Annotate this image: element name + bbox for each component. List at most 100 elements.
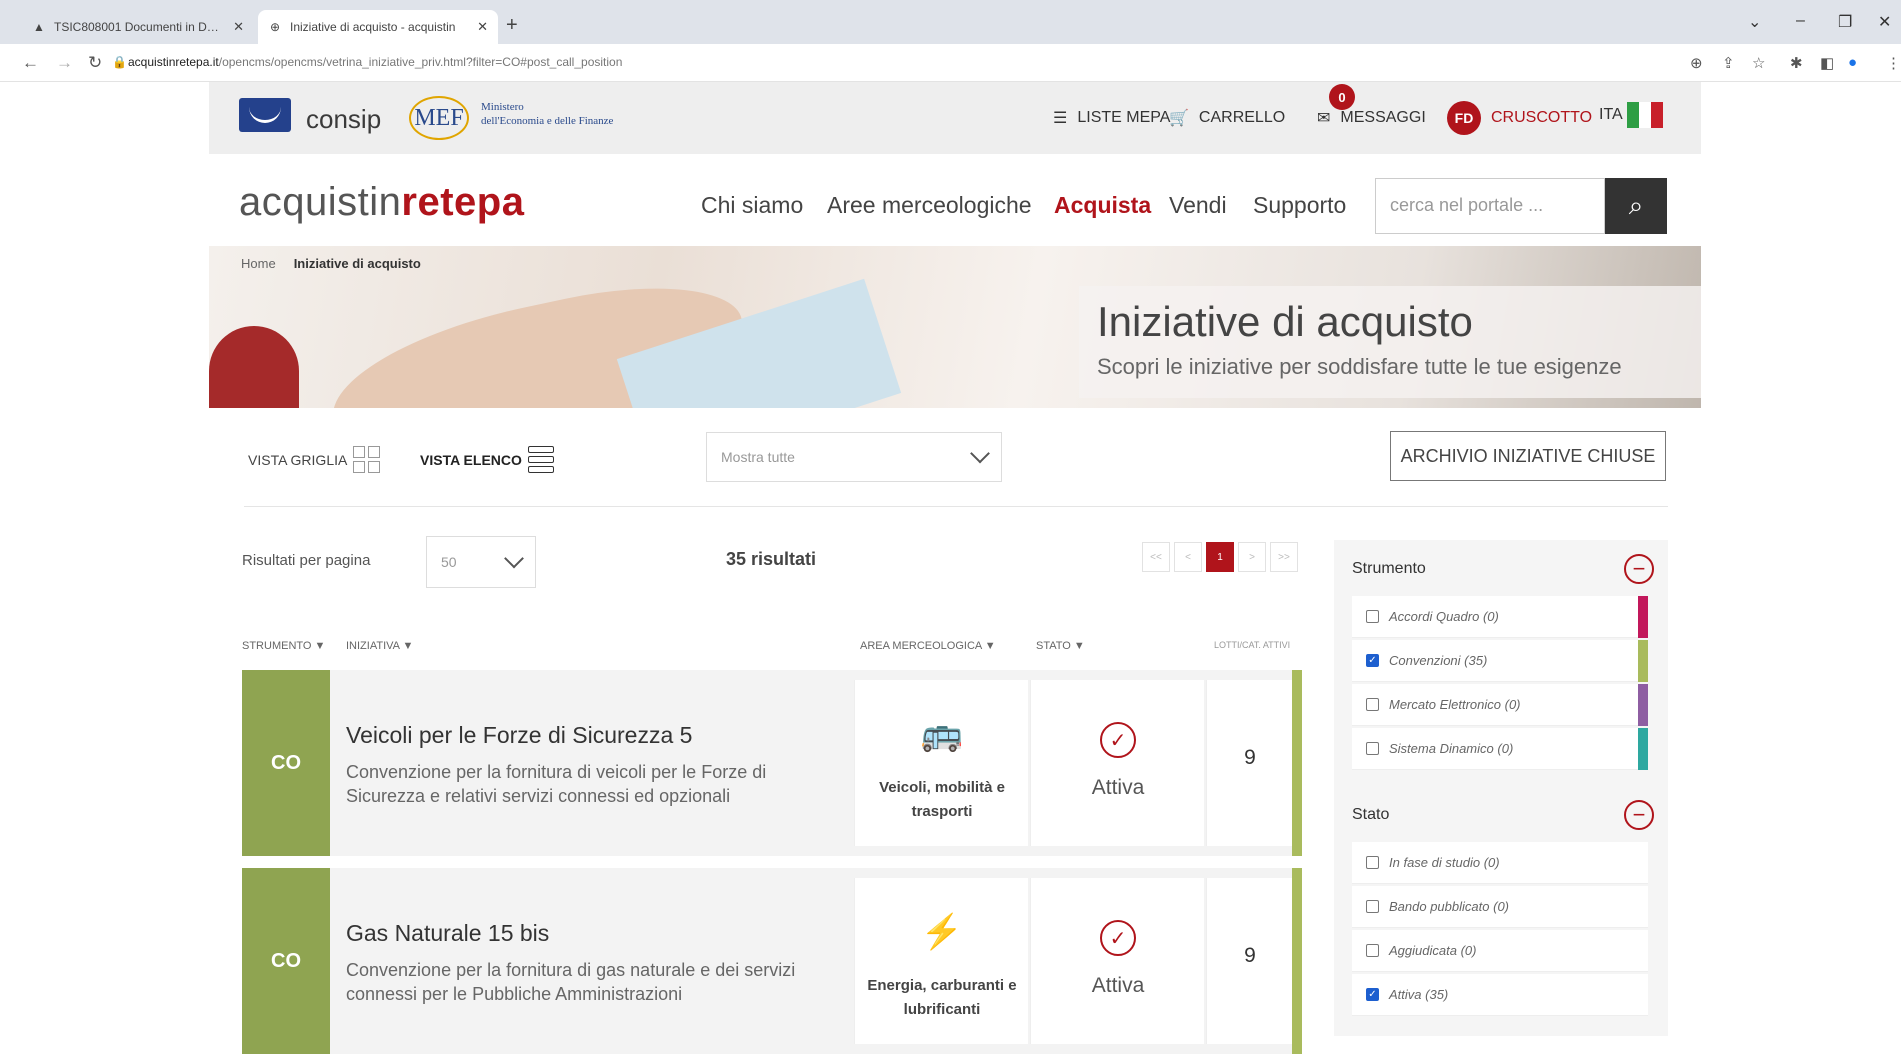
tab-search-chevron-icon[interactable]: ⌄ xyxy=(1748,12,1761,32)
results-per-page-select[interactable]: 50 xyxy=(426,536,536,588)
filter-option[interactable]: Bando pubblicato (0) xyxy=(1352,886,1648,928)
column-header-strumento[interactable]: STRUMENTO ▼ xyxy=(242,640,325,652)
envelope-icon: ✉ xyxy=(1317,110,1331,127)
nav-acquista[interactable]: Acquista xyxy=(1054,192,1151,219)
mef-label: Ministero dell'Economia e delle Finanze xyxy=(481,100,613,128)
pager-first[interactable]: << xyxy=(1142,542,1170,572)
extensions-icon[interactable]: ✱ xyxy=(1790,54,1803,72)
stato-cell: ✓ Attiva xyxy=(1030,680,1204,846)
pager-last[interactable]: >> xyxy=(1270,542,1298,572)
nav-aree-merceologiche[interactable]: Aree merceologiche xyxy=(827,192,1032,219)
top-band: consip MEF Ministero dell'Economia e del… xyxy=(209,82,1701,154)
checkbox[interactable] xyxy=(1366,900,1379,913)
collapse-minus-icon[interactable]: − xyxy=(1624,554,1654,584)
pager-next[interactable]: > xyxy=(1238,542,1266,572)
language-label: ITA xyxy=(1599,106,1623,123)
results-per-page-value: 50 xyxy=(441,554,457,570)
close-icon[interactable]: ✕ xyxy=(477,19,488,35)
liste-mepa-link[interactable]: ☰ LISTE MEPA xyxy=(1053,108,1170,128)
messaggi-link[interactable]: ✉ MESSAGGI xyxy=(1317,108,1426,128)
lock-icon: 🔒 xyxy=(112,55,127,69)
table-row[interactable]: CO Veicoli per le Forze di Sicurezza 5 C… xyxy=(242,670,1302,856)
filter-label: Bando pubblicato xyxy=(1389,899,1490,914)
nav-supporto[interactable]: Supporto xyxy=(1253,192,1346,219)
profile-icon[interactable]: ● xyxy=(1848,54,1857,71)
iniziativa-title[interactable]: Gas Naturale 15 bis xyxy=(346,920,549,947)
vista-elenco-toggle[interactable]: VISTA ELENCO xyxy=(420,446,554,473)
new-tab-button[interactable]: + xyxy=(506,14,518,37)
filter-option[interactable]: Accordi Quadro (0) xyxy=(1352,596,1648,638)
checkbox[interactable] xyxy=(1366,856,1379,869)
browser-tab-documents[interactable]: ▲ TSIC808001 Documenti in DA 2024 ✕ xyxy=(22,10,254,44)
nav-chi-siamo[interactable]: Chi siamo xyxy=(701,192,803,219)
filter-option[interactable]: Mercato Elettronico (0) xyxy=(1352,684,1648,726)
consip-wordmark: consip xyxy=(306,104,382,134)
results-per-page-label: Risultati per pagina xyxy=(242,552,371,569)
pager-prev[interactable]: < xyxy=(1174,542,1202,572)
checkbox[interactable] xyxy=(1366,944,1379,957)
filter-count: (0) xyxy=(1497,741,1514,756)
cruscotto-label: CRUSCOTTO xyxy=(1491,109,1593,126)
checkbox[interactable] xyxy=(1366,610,1379,623)
column-header-iniziativa[interactable]: INIZIATIVA ▼ xyxy=(346,640,413,652)
table-row[interactable]: CO Gas Naturale 15 bis Convenzione per l… xyxy=(242,868,1302,1054)
star-icon[interactable]: ☆ xyxy=(1752,54,1765,72)
language-selector[interactable]: ITA xyxy=(1599,102,1663,128)
vista-griglia-toggle[interactable]: VISTA GRIGLIA xyxy=(248,446,381,473)
color-stripe xyxy=(1638,640,1648,682)
close-icon[interactable]: ✕ xyxy=(233,19,244,35)
share-icon[interactable]: ⇪ xyxy=(1722,54,1735,72)
cruscotto-link[interactable]: FD CRUSCOTTO xyxy=(1447,101,1592,135)
url-field[interactable]: acquistinretepa.it/opencms/opencms/vetri… xyxy=(128,55,622,69)
mef-logo[interactable]: MEF xyxy=(409,96,469,140)
window-close-icon[interactable]: ✕ xyxy=(1878,12,1891,32)
color-stripe xyxy=(1638,596,1648,638)
search-input[interactable]: cerca nel portale ... xyxy=(1375,178,1605,234)
carrello-link[interactable]: 🛒 CARRELLO xyxy=(1169,108,1285,128)
brand-row: acquistinretepa Chi siamo Aree merceolog… xyxy=(209,154,1701,246)
checkbox[interactable] xyxy=(1366,742,1379,755)
filter-label: Aggiudicata xyxy=(1389,943,1457,958)
filter-option[interactable]: Sistema Dinamico (0) xyxy=(1352,728,1648,770)
liste-mepa-label: LISTE MEPA xyxy=(1077,109,1171,126)
color-stripe xyxy=(1638,728,1648,770)
column-header-lotti: LOTTI/CAT. ATTIVI xyxy=(1214,640,1291,650)
vista-elenco-label: VISTA ELENCO xyxy=(420,451,522,468)
consip-logo[interactable] xyxy=(239,98,291,132)
acquistinretepa-logo[interactable]: acquistinretepa xyxy=(239,180,524,225)
minimize-icon[interactable]: – xyxy=(1796,12,1805,30)
checkbox[interactable] xyxy=(1366,698,1379,711)
checkbox-checked[interactable]: ✓ xyxy=(1366,654,1379,667)
column-header-stato[interactable]: STATO ▼ xyxy=(1036,640,1085,652)
restore-icon[interactable]: ❐ xyxy=(1838,12,1852,32)
reload-icon[interactable]: ↻ xyxy=(88,53,102,73)
breadcrumb-home[interactable]: Home xyxy=(241,256,276,271)
filter-option[interactable]: ✓ Attiva (35) xyxy=(1352,974,1648,1016)
iniziativa-title[interactable]: Veicoli per le Forze di Sicurezza 5 xyxy=(346,722,692,749)
sidepanel-icon[interactable]: ◧ xyxy=(1820,54,1834,72)
filter-option[interactable]: ✓ Convenzioni (35) xyxy=(1352,640,1648,682)
zoom-icon[interactable]: ⊕ xyxy=(1690,54,1703,72)
bus-icon: 🚌 xyxy=(920,715,964,753)
filter-select[interactable]: Mostra tutte xyxy=(706,432,1002,482)
filter-option[interactable]: Aggiudicata (0) xyxy=(1352,930,1648,972)
column-header-area[interactable]: AREA MERCEOLOGICA ▼ xyxy=(860,640,996,652)
checkbox-checked[interactable]: ✓ xyxy=(1366,988,1379,1001)
chevron-down-icon xyxy=(504,548,524,569)
search-button[interactable]: ⌕ xyxy=(1605,178,1667,234)
filter-option[interactable]: In fase di studio (0) xyxy=(1352,842,1648,884)
forward-icon[interactable]: → xyxy=(56,53,73,73)
color-stripe xyxy=(1638,684,1648,726)
filter-label: Accordi Quadro xyxy=(1389,609,1480,624)
collapse-minus-icon[interactable]: − xyxy=(1624,800,1654,830)
area-label: Energia, carburanti e lubrificanti xyxy=(867,977,1017,1018)
column-label: STATO xyxy=(1036,640,1071,652)
browser-tab-iniziative[interactable]: ⊕ Iniziative di acquisto - acquistin ✕ xyxy=(258,10,498,44)
nav-vendi[interactable]: Vendi xyxy=(1169,192,1227,219)
filter-label: Convenzioni xyxy=(1389,653,1461,668)
back-icon[interactable]: ← xyxy=(22,53,39,73)
pager-current[interactable]: 1 xyxy=(1206,542,1234,572)
browser-tab-bar: ▲ TSIC808001 Documenti in DA 2024 ✕ ⊕ In… xyxy=(0,0,1901,44)
menu-icon[interactable]: ⋮ xyxy=(1886,54,1901,72)
archivio-iniziative-button[interactable]: ARCHIVIO INIZIATIVE CHIUSE xyxy=(1390,431,1666,481)
